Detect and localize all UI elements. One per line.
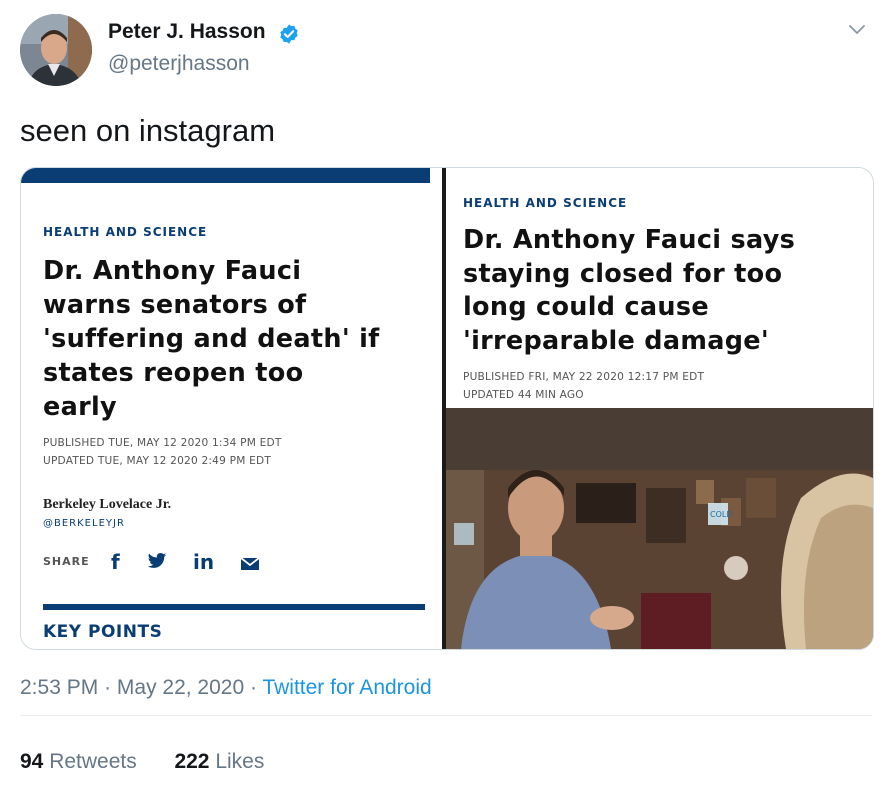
engagement-stats: 94 Retweets 222 Likes <box>20 750 264 774</box>
headline-line: long could cause <box>463 292 709 322</box>
article-dates: PUBLISHED TUE, MAY 12 2020 1:34 PM EDT U… <box>43 434 282 470</box>
headline-line: early <box>43 392 117 422</box>
updated-date: UPDATED TUE, MAY 12 2020 2:49 PM EDT <box>43 455 272 467</box>
likes-stat[interactable]: 222 Likes <box>174 750 264 773</box>
updated-date: UPDATED 44 MIN AGO <box>463 389 584 401</box>
likes-count: 222 <box>174 750 210 773</box>
tweet-time[interactable]: 2:53 PM <box>20 676 98 699</box>
author-handle[interactable]: @peterjhasson <box>108 52 250 76</box>
headline-line: 'suffering and death' if <box>43 324 380 354</box>
envelope-icon <box>240 557 260 570</box>
headline-line: Dr. Anthony Fauci says <box>463 225 796 255</box>
display-name[interactable]: Peter J. Hasson <box>108 20 266 44</box>
retweets-count: 94 <box>20 750 44 773</box>
section-rule <box>43 604 425 610</box>
separator-dot: · <box>250 676 263 699</box>
linkedin-icon: in <box>193 550 215 574</box>
twitter-bird-icon <box>147 553 167 568</box>
article-byline-handle: @BERKELEYJR <box>43 518 125 529</box>
divider <box>20 715 872 716</box>
tweet-timestamp: 2:53 PM · May 22, 2020 · Twitter for And… <box>20 676 432 700</box>
retweets-label: Retweets <box>49 750 137 773</box>
share-label: SHARE <box>43 555 90 568</box>
section-label: HEALTH AND SCIENCE <box>463 196 628 210</box>
tv-scene-image: COLD <box>446 408 873 649</box>
article-byline: Berkeley Lovelace Jr. <box>43 497 172 512</box>
article-top-bar <box>21 168 430 183</box>
article-dates: PUBLISHED FRI, MAY 22 2020 12:17 PM EDT … <box>463 368 704 404</box>
article-headline: Dr. Anthony Fauci warns senators of 'suf… <box>43 254 380 424</box>
likes-label: Likes <box>215 750 265 773</box>
published-date: PUBLISHED TUE, MAY 12 2020 1:34 PM EDT <box>43 437 282 449</box>
tweet-date[interactable]: May 22, 2020 <box>117 676 244 699</box>
article-headline: Dr. Anthony Fauci says staying closed fo… <box>463 224 795 358</box>
headline-line: staying closed for too <box>463 258 783 289</box>
neon-sign-text: COLD <box>710 510 733 519</box>
tweet-source-link[interactable]: Twitter for Android <box>262 676 431 699</box>
avatar[interactable] <box>20 14 92 86</box>
published-date: PUBLISHED FRI, MAY 22 2020 12:17 PM EDT <box>463 371 705 383</box>
verified-badge-icon <box>280 24 298 44</box>
headline-line: 'irreparable damage' <box>463 325 769 356</box>
separator-dot: · <box>104 676 117 699</box>
key-points-heading: KEY POINTS <box>43 622 163 642</box>
tweet-text: seen on instagram <box>20 113 276 148</box>
scene-illustration: COLD <box>446 408 873 649</box>
section-label: HEALTH AND SCIENCE <box>43 225 208 239</box>
tweet-media[interactable]: HEALTH AND SCIENCE Dr. Anthony Fauci war… <box>20 167 874 650</box>
chevron-down-icon[interactable] <box>846 18 868 40</box>
headline-line: warns senators of <box>43 290 307 320</box>
avatar-image <box>20 14 92 86</box>
article-screenshot-right: HEALTH AND SCIENCE Dr. Anthony Fauci say… <box>446 168 873 408</box>
headline-line: Dr. Anthony Fauci <box>43 256 302 286</box>
facebook-icon: f <box>111 550 120 574</box>
headline-line: states reopen too <box>43 358 304 388</box>
retweets-stat[interactable]: 94 Retweets <box>20 750 137 773</box>
article-screenshot-left: HEALTH AND SCIENCE Dr. Anthony Fauci war… <box>21 168 442 649</box>
